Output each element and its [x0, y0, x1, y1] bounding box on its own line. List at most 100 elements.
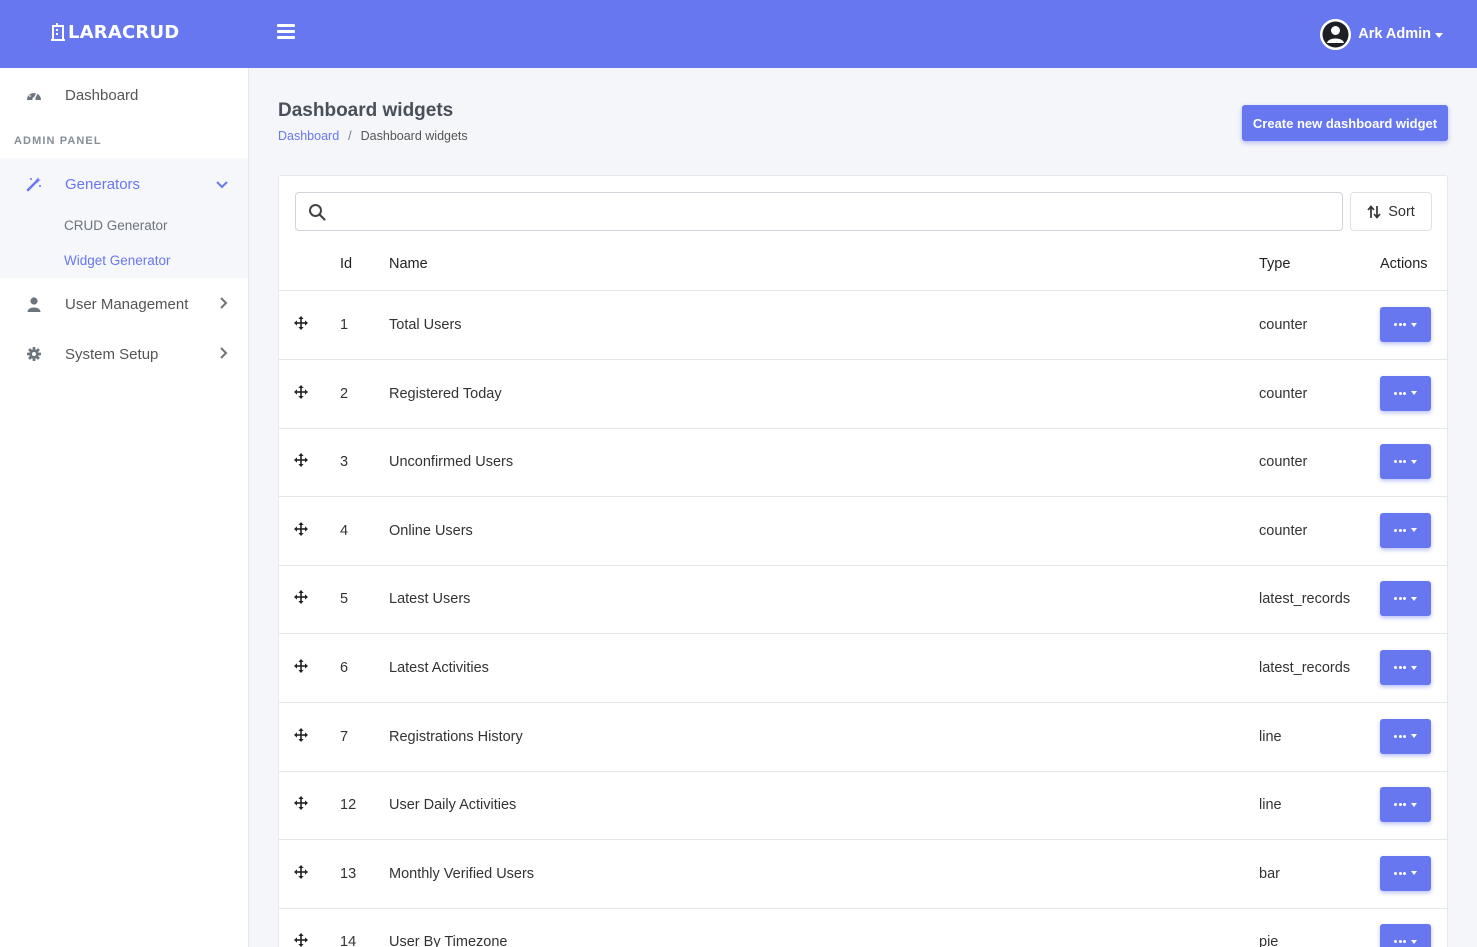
table-header: Id Name Type Actions — [279, 231, 1447, 291]
cell-id: 1 — [340, 317, 349, 333]
move-icon[interactable] — [294, 933, 308, 947]
sidebar-item-label: Generators — [65, 175, 141, 193]
cell-name: Unconfirmed Users — [389, 454, 514, 471]
move-icon[interactable] — [294, 384, 308, 403]
move-icon[interactable] — [294, 521, 308, 540]
ellipsis-icon — [1394, 460, 1408, 464]
breadcrumb-current: Dashboard widgets — [360, 129, 468, 143]
chevron-down-icon — [1410, 459, 1417, 464]
row-actions-button[interactable] — [1380, 718, 1431, 754]
table-row: 13 Monthly Verified Users bar — [279, 840, 1447, 909]
chevron-down-icon — [1410, 665, 1417, 670]
cell-name: User By Timezone — [389, 934, 508, 947]
sort-button[interactable]: Sort — [1350, 192, 1432, 231]
brand-name: LARACRUD — [68, 21, 180, 43]
sidebar-item-label: User Management — [65, 295, 189, 313]
cell-type: latest_records — [1259, 591, 1351, 608]
column-header-type[interactable]: Type — [1259, 256, 1290, 272]
move-icon[interactable] — [294, 659, 308, 677]
ellipsis-icon — [1394, 391, 1408, 395]
sidebar-item-dashboard[interactable]: Dashboard — [0, 84, 248, 106]
cell-name: Registered Today — [389, 385, 502, 402]
user-icon — [26, 296, 42, 312]
user-menu[interactable]: Ark Admin — [1320, 18, 1443, 50]
chevron-down-icon — [1410, 734, 1417, 739]
row-actions-button[interactable] — [1380, 650, 1431, 685]
cell-name: Monthly Verified Users — [389, 865, 535, 882]
move-icon[interactable] — [294, 453, 308, 471]
cell-type: latest_records — [1259, 660, 1351, 676]
cell-name: Online Users — [389, 522, 473, 539]
avatar — [1320, 18, 1352, 50]
ellipsis-icon — [1394, 871, 1408, 875]
sort-label: Sort — [1388, 203, 1415, 220]
search-input[interactable] — [338, 193, 1338, 230]
chevron-right-icon — [220, 346, 228, 363]
user-name: Ark Admin — [1358, 26, 1431, 42]
table-row: 1 Total Users counter — [279, 291, 1447, 360]
chevron-down-icon — [1410, 528, 1417, 533]
sidebar-item-label: Dashboard — [65, 86, 139, 104]
row-actions-button[interactable] — [1380, 787, 1431, 823]
cell-type: counter — [1259, 522, 1308, 539]
move-icon[interactable] — [294, 864, 308, 883]
chevron-down-icon — [1410, 322, 1417, 327]
breadcrumb: Dashboard / Dashboard widgets — [278, 129, 468, 143]
cell-id: 12 — [340, 797, 357, 814]
sidebar: Dashboard ADMIN PANEL Generators CRUD Ge… — [0, 68, 249, 947]
row-actions-button[interactable] — [1380, 512, 1431, 548]
cell-id: 5 — [340, 591, 349, 608]
search-icon — [308, 203, 326, 226]
cell-id: 3 — [340, 454, 349, 471]
cell-name: Latest Users — [389, 591, 471, 608]
cell-type: line — [1259, 797, 1282, 814]
row-actions-button[interactable] — [1380, 307, 1431, 342]
gauge-icon — [26, 87, 42, 103]
ellipsis-icon — [1394, 734, 1408, 738]
column-header-name[interactable]: Name — [389, 256, 428, 272]
chevron-right-icon — [220, 296, 228, 313]
breadcrumb-link-dashboard[interactable]: Dashboard — [278, 129, 339, 143]
column-header-actions: Actions — [1380, 256, 1428, 272]
table-row: 7 Registrations History line — [279, 703, 1447, 772]
sidebar-item-widget-generator[interactable]: Widget Generator — [64, 253, 171, 268]
cell-name: Latest Activities — [389, 660, 489, 676]
gear-icon — [26, 346, 42, 362]
row-actions-button[interactable] — [1380, 375, 1431, 411]
table-row: 6 Latest Activities latest_records — [279, 634, 1447, 703]
sidebar-section-title: ADMIN PANEL — [14, 135, 102, 147]
move-icon[interactable] — [294, 316, 308, 334]
move-icon[interactable] — [294, 796, 308, 814]
brand-logo[interactable]: LARACRUD — [50, 20, 179, 44]
search-field[interactable] — [295, 192, 1343, 231]
top-navbar: LARACRUD Ark Admin — [0, 0, 1477, 68]
chevron-down-icon — [1410, 939, 1417, 944]
sidebar-item-crud-generator[interactable]: CRUD Generator — [64, 218, 168, 233]
ellipsis-icon — [1394, 666, 1408, 669]
row-actions-button[interactable] — [1380, 855, 1431, 891]
table-row: 14 User By Timezone pie — [279, 908, 1447, 947]
table-row: 2 Registered Today counter — [279, 360, 1447, 429]
sidebar-item-user-management[interactable]: User Management — [0, 293, 248, 315]
cell-id: 13 — [340, 865, 357, 882]
row-actions-button[interactable] — [1380, 581, 1431, 617]
magic-wand-icon — [26, 176, 42, 192]
row-actions-button[interactable] — [1380, 444, 1431, 480]
cell-type: counter — [1259, 317, 1308, 333]
move-icon[interactable] — [294, 727, 308, 746]
create-widget-button[interactable]: Create new dashboard widget — [1242, 105, 1448, 141]
cell-name: Total Users — [389, 317, 462, 333]
row-actions-button[interactable] — [1380, 924, 1431, 947]
cell-id: 2 — [340, 385, 349, 402]
chevron-down-icon — [1410, 871, 1417, 876]
chevron-down-icon — [1435, 32, 1443, 38]
column-header-id[interactable]: Id — [340, 256, 352, 272]
sidebar-item-generators[interactable]: Generators — [0, 173, 248, 195]
sidebar-item-system-setup[interactable]: System Setup — [0, 343, 248, 365]
widgets-card: Sort Id Name Type Actions 1 Total Users co… — [278, 175, 1448, 947]
table-row: 4 Online Users counter — [279, 497, 1447, 566]
cell-name: Registrations History — [389, 728, 523, 745]
move-icon[interactable] — [294, 590, 308, 608]
ellipsis-icon — [1394, 940, 1408, 944]
menu-toggle-icon[interactable] — [277, 24, 297, 42]
